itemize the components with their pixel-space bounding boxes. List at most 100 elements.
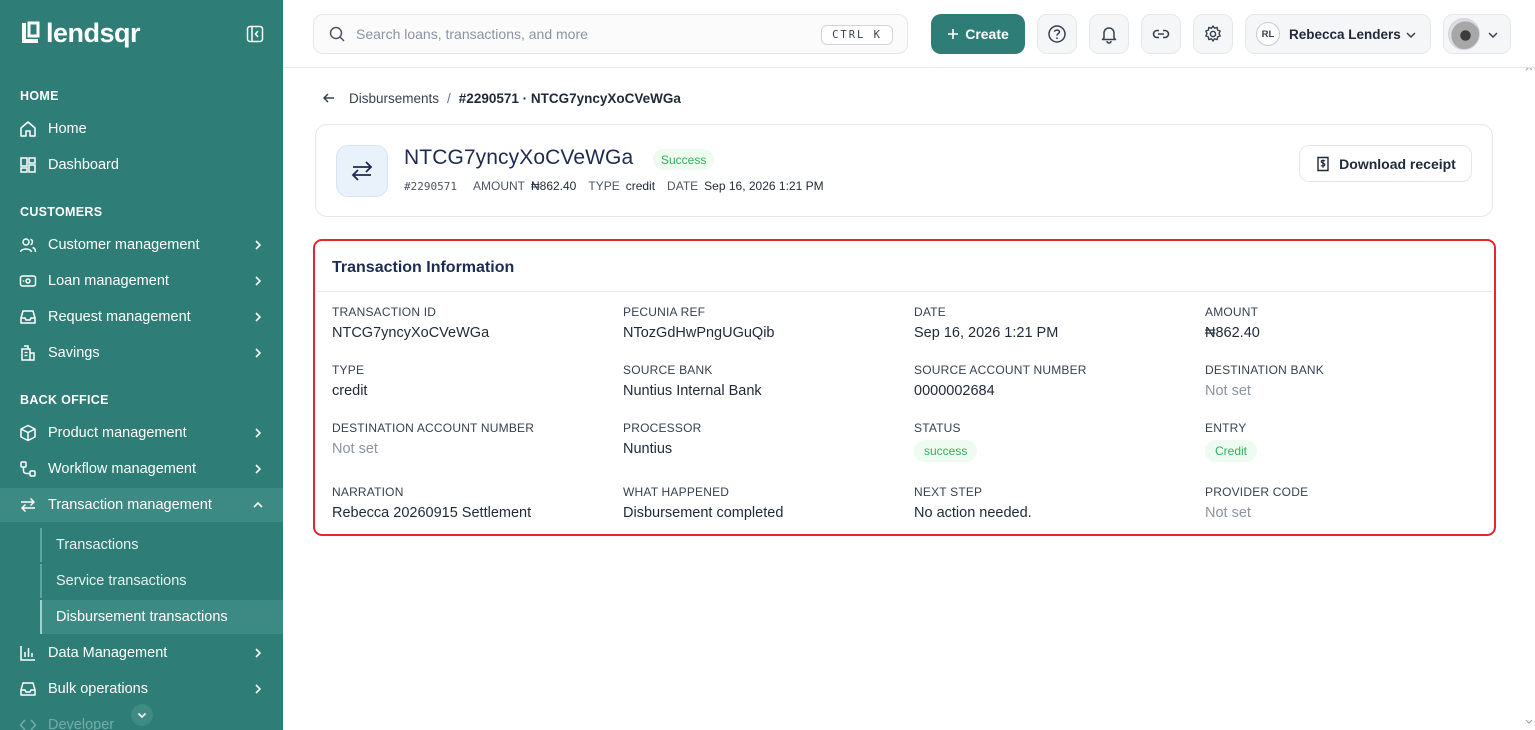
lendsqr-logo-icon [22,21,40,43]
chevron-right-icon [255,276,262,286]
field-source-bank: SOURCE BANK Nuntius Internal Bank [623,363,903,399]
notifications-button[interactable] [1089,14,1129,54]
search-input[interactable] [356,26,806,42]
arrows-swap-icon [18,495,38,515]
chevron-right-icon [255,684,262,694]
field-narration: NARRATION Rebecca 20260915 Settlement [332,485,612,521]
sidebar-subitem-service-transactions[interactable]: Service transactions [40,564,283,598]
top-header: CTRL K Create RL Rebecca Lenders [283,0,1535,68]
brand-logo[interactable]: lendsqr [20,18,141,48]
transaction-icon [336,145,388,197]
divider [317,291,1492,292]
page-scrollbar[interactable] [1523,68,1535,730]
transaction-summary-card: NTCG7yncyXoCVeWGa Success #2290571 AMOUN… [315,124,1493,217]
building-icon [18,343,38,363]
field-value: Nuntius [623,441,673,457]
dashboard-icon [18,155,38,175]
sidebar-item-savings[interactable]: Savings [0,336,283,370]
arrow-left-icon[interactable] [321,90,337,106]
field-label: DATE [914,305,946,319]
org-name: Rebecca Lenders [1289,26,1401,42]
field-label: SOURCE ACCOUNT NUMBER [914,363,1087,377]
sidebar-item-label: Workflow management [48,461,197,477]
field-value: credit [332,383,368,399]
sidebar-item-label: Loan management [48,273,169,289]
field-value: Disbursement completed [623,505,784,521]
organization-switcher[interactable]: RL Rebecca Lenders [1245,14,1431,54]
section-customers: CUSTOMERS [20,205,103,219]
collapse-sidebar-icon[interactable] [246,25,264,43]
sidebar-item-loan-management[interactable]: Loan management [0,264,283,298]
download-receipt-label: Download receipt [1339,155,1456,172]
field-label: PROCESSOR [623,421,702,435]
status-badge: Success [653,149,715,170]
avatar [1448,18,1480,50]
sidebar-item-request-management[interactable]: Request management [0,300,283,334]
sidebar-item-label: Data Management [48,645,168,661]
sidebar-item-transaction-management[interactable]: Transaction management [0,488,283,522]
box-icon [18,423,38,443]
links-button[interactable] [1141,14,1181,54]
sidebar-item-label: Home [48,121,87,137]
type-label: TYPE [588,179,620,193]
field-label: DESTINATION BANK [1205,363,1324,377]
field-label: TYPE [332,363,365,377]
user-menu[interactable] [1443,14,1511,54]
field-value: Not set [1205,505,1251,521]
sidebar-subitem-label: Disbursement transactions [56,609,228,625]
gear-icon [1205,25,1221,42]
chevron-right-icon [255,312,262,322]
sidebar-item-data-management[interactable]: Data Management [0,636,283,670]
receipt-icon [1317,156,1329,171]
org-avatar: RL [1256,22,1280,46]
sidebar-item-workflow-management[interactable]: Workflow management [0,452,283,486]
field-provider-code: PROVIDER CODE Not set [1205,485,1485,521]
field-source-account-number: SOURCE ACCOUNT NUMBER 0000002684 [914,363,1194,399]
field-value: Not set [1205,383,1251,399]
tray-icon [18,679,38,699]
global-search[interactable]: CTRL K [313,14,908,54]
transaction-information-card: Transaction Information TRANSACTION ID N… [313,239,1496,536]
sidebar-subitem-label: Transactions [56,537,139,553]
amount-label: AMOUNT [472,179,525,193]
sidebar-item-product-management[interactable]: Product management [0,416,283,450]
breadcrumb: Disbursements / #2290571 · NTCG7yncyXoCV… [321,90,681,106]
field-label: SOURCE BANK [623,363,713,377]
section-back-office: BACK OFFICE [20,393,109,407]
field-label: NARRATION [332,485,404,499]
date-label: DATE [667,179,699,193]
chevron-right-icon [255,428,262,438]
sidebar-subitem-label: Service transactions [56,573,187,589]
field-destination-bank: DESTINATION BANK Not set [1205,363,1485,399]
download-receipt-button[interactable]: Download receipt [1299,145,1472,182]
sidebar-item-bulk-operations[interactable]: Bulk operations [0,672,283,706]
breadcrumb-disbursements-link[interactable]: Disbursements [349,91,439,106]
help-button[interactable] [1037,14,1077,54]
workflow-icon [18,459,38,479]
sidebar-item-home[interactable]: Home [0,112,283,146]
settings-button[interactable] [1193,14,1233,54]
brand-name: lendsqr [46,18,141,48]
sidebar-subitem-disbursement-transactions[interactable]: Disbursement transactions [40,600,283,634]
chevron-down-icon [1406,32,1416,39]
field-next-step: NEXT STEP No action needed. [914,485,1194,521]
sidebar-item-label: Savings [48,345,100,361]
inbox-icon [18,307,38,327]
field-value: Sep 16, 2026 1:21 PM [914,325,1059,341]
sidebar-subitem-transactions[interactable]: Transactions [40,528,283,562]
sidebar-scroll-down-button[interactable] [131,704,153,726]
sidebar: lendsqr HOME Home Dashboard CUSTOMERS Cu… [0,0,283,730]
sidebar-item-label: Developer [48,717,115,730]
chevron-right-icon [255,348,262,358]
type-value: credit [625,179,656,193]
bar-chart-icon [18,643,38,663]
field-label: TRANSACTION ID [332,305,437,319]
sidebar-item-label: Transaction management [48,497,212,513]
field-label: WHAT HAPPENED [623,485,730,499]
sidebar-item-customer-management[interactable]: Customer management [0,228,283,262]
create-button[interactable]: Create [931,14,1025,54]
chevron-down-icon [137,712,147,719]
sidebar-item-dashboard[interactable]: Dashboard [0,148,283,182]
field-value: No action needed. [914,505,1032,521]
code-icon [18,715,38,730]
